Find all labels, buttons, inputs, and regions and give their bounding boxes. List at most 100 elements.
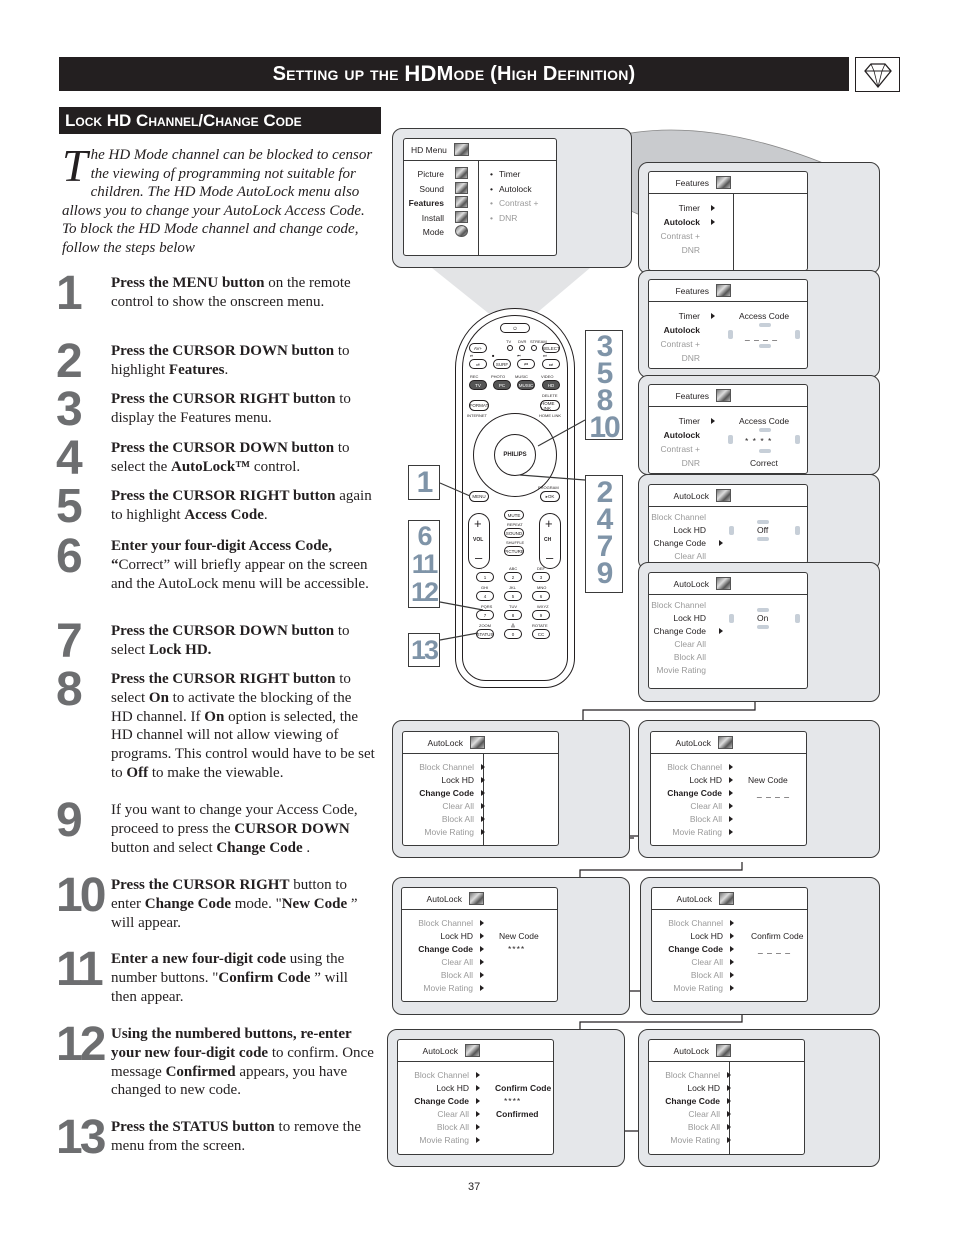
autolock-item[interactable]: Movie Rating xyxy=(656,665,706,675)
code-value[interactable]: _ _ _ _ xyxy=(757,788,790,798)
tv-button[interactable]: TV xyxy=(469,380,487,390)
autolock-item[interactable]: Block All xyxy=(437,1122,469,1132)
select-button[interactable]: SELECT xyxy=(542,343,560,353)
nav-up-icon[interactable] xyxy=(757,608,769,612)
autolock-item[interactable]: Clear All xyxy=(691,957,723,967)
autolock-item[interactable]: Clear All xyxy=(674,551,706,561)
autolock-item[interactable]: Movie Rating xyxy=(419,1135,469,1145)
autolock-item[interactable]: Change Code xyxy=(665,1096,720,1106)
hd-menu-item-sound[interactable]: Sound xyxy=(419,184,444,194)
nav-left-icon[interactable] xyxy=(728,330,733,339)
hd-submenu-item[interactable]: • DNR xyxy=(490,213,517,223)
autolock-item[interactable]: Change Code xyxy=(418,944,473,954)
nav-right-icon[interactable] xyxy=(795,330,800,339)
nav-left-icon[interactable] xyxy=(729,526,734,535)
av-button[interactable]: AV+ xyxy=(469,343,487,353)
hd-menu-item-install[interactable]: Install xyxy=(422,213,444,223)
features-item[interactable]: DNR xyxy=(682,458,700,468)
autolock-item[interactable]: Lock HD xyxy=(687,1083,720,1093)
autolock-item[interactable]: Lock HD xyxy=(436,1083,469,1093)
autolock-item[interactable]: Block Channel xyxy=(419,762,474,772)
autolock-item[interactable]: Lock HD xyxy=(673,525,706,535)
nav-left-icon[interactable] xyxy=(728,435,733,444)
nav-down-icon[interactable] xyxy=(757,537,769,541)
mosaic-button[interactable]: ⏭ xyxy=(542,359,560,369)
nav-down-icon[interactable] xyxy=(757,625,769,629)
hd-menu-item-mode[interactable]: Mode xyxy=(423,227,444,237)
digit-5-button[interactable]: 5 xyxy=(504,591,522,601)
digit-0-button[interactable]: 0 xyxy=(504,629,522,639)
digit-9-button[interactable]: 9 xyxy=(532,610,550,620)
features-item[interactable]: Autolock xyxy=(664,325,700,335)
nav-up-icon[interactable] xyxy=(757,520,769,524)
nav-down-icon[interactable] xyxy=(759,449,771,453)
channel-rocker[interactable]: + CH – xyxy=(539,513,561,569)
nav-left-icon[interactable] xyxy=(729,614,734,623)
autolock-item[interactable]: Lock HD xyxy=(441,775,474,785)
autolock-item[interactable]: Movie Rating xyxy=(672,827,722,837)
autolock-item[interactable]: Change Code xyxy=(654,538,706,548)
lock-hd-value[interactable]: Off xyxy=(757,525,768,535)
autolock-item[interactable]: Lock HD xyxy=(690,931,723,941)
power-button[interactable]: ⏻ xyxy=(500,323,530,333)
homelink-button[interactable]: HOME LINK xyxy=(540,400,560,411)
autolock-item[interactable]: Lock HD xyxy=(689,775,722,785)
nav-right-icon[interactable] xyxy=(795,614,800,623)
ok-button[interactable]: ▸OK xyxy=(540,491,560,502)
hd-button[interactable]: HD xyxy=(542,380,560,390)
picture-button[interactable]: PICTURE xyxy=(504,546,524,556)
autolock-item[interactable]: Block All xyxy=(688,1122,720,1132)
features-item[interactable]: Timer xyxy=(679,311,700,321)
mute-button[interactable]: MUTE xyxy=(504,510,524,520)
digit-2-button[interactable]: 2 xyxy=(504,572,522,582)
digit-7-button[interactable]: 7 xyxy=(476,610,494,620)
digit-6-button[interactable]: 6 xyxy=(532,591,550,601)
autolock-item[interactable]: Clear All xyxy=(437,1109,469,1119)
digit-4-button[interactable]: 4 xyxy=(476,591,494,601)
autolock-item[interactable]: Block All xyxy=(442,814,474,824)
digit-3-button[interactable]: 3 xyxy=(532,572,550,582)
format-button[interactable]: FORMAT xyxy=(469,400,489,411)
hd-submenu-item[interactable]: • Contrast + xyxy=(490,198,538,208)
hd-submenu-item[interactable]: • Timer xyxy=(490,169,520,179)
autolock-item[interactable]: Block All xyxy=(691,970,723,980)
autolock-item[interactable]: Movie Rating xyxy=(673,983,723,993)
features-item[interactable]: Contrast + xyxy=(661,231,700,241)
surf-button[interactable]: SURF xyxy=(493,359,511,369)
autolock-item[interactable]: Block All xyxy=(441,970,473,980)
features-item[interactable]: Timer xyxy=(679,416,700,426)
features-item[interactable]: Autolock xyxy=(664,430,700,440)
autolock-item[interactable]: Block Channel xyxy=(651,512,706,522)
nav-up-icon[interactable] xyxy=(759,323,771,327)
features-item[interactable]: Contrast + xyxy=(661,444,700,454)
status-button[interactable]: STATUS xyxy=(476,629,494,639)
freeze-button[interactable]: ⏮ xyxy=(517,359,535,369)
digit-1-button[interactable]: 1 xyxy=(476,572,494,582)
autolock-item[interactable]: Block Channel xyxy=(668,918,723,928)
code-value[interactable]: _ _ _ _ xyxy=(758,944,791,954)
hd-submenu-item[interactable]: • Autolock xyxy=(490,184,532,194)
access-code-value[interactable]: * * * * xyxy=(745,436,772,446)
autolock-item[interactable]: Change Code xyxy=(668,944,723,954)
volume-rocker[interactable]: + VOL – xyxy=(468,513,490,569)
features-item[interactable]: Timer xyxy=(679,203,700,213)
nav-right-icon[interactable] xyxy=(795,526,800,535)
autolock-item[interactable]: Block Channel xyxy=(418,918,473,928)
features-item[interactable]: DNR xyxy=(682,245,700,255)
autolock-item[interactable]: Lock HD xyxy=(440,931,473,941)
code-value[interactable]: **** xyxy=(508,944,525,954)
autolock-item[interactable]: Movie Rating xyxy=(423,983,473,993)
autolock-item[interactable]: Block Channel xyxy=(651,600,706,610)
pc-button[interactable]: PC xyxy=(493,380,511,390)
features-item[interactable]: DNR xyxy=(682,353,700,363)
autolock-item[interactable]: Clear All xyxy=(690,801,722,811)
sound-button[interactable]: SOUND xyxy=(504,528,524,538)
autolock-item[interactable]: Lock HD xyxy=(673,613,706,623)
digit-8-button[interactable]: 8 xyxy=(504,610,522,620)
autolock-item[interactable]: Movie Rating xyxy=(670,1135,720,1145)
autolock-item[interactable]: Block Channel xyxy=(665,1070,720,1080)
nav-down-icon[interactable] xyxy=(759,344,771,348)
autolock-item[interactable]: Change Code xyxy=(654,626,706,636)
nav-up-icon[interactable] xyxy=(759,428,771,432)
hd-menu-item-picture[interactable]: Picture xyxy=(418,169,444,179)
